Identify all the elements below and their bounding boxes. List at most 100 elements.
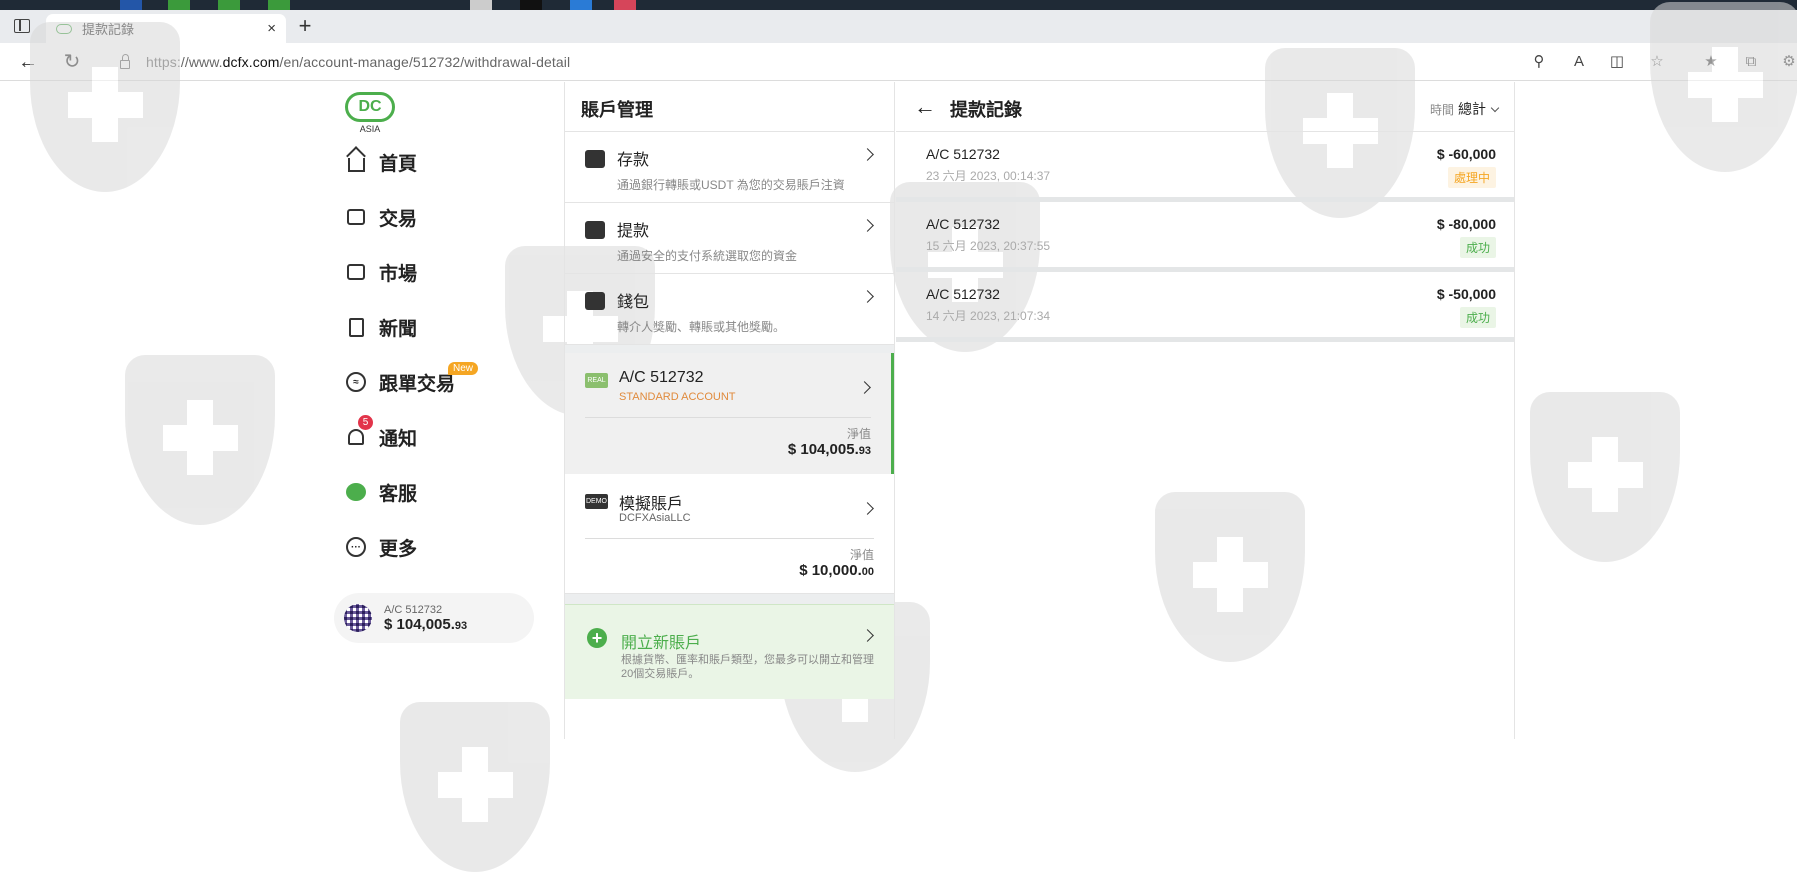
back-icon[interactable]: ← xyxy=(16,50,40,74)
nav-item-label: 市場 xyxy=(379,263,418,285)
lock-icon xyxy=(120,53,130,69)
new-tab-button[interactable]: + xyxy=(294,15,316,39)
demo-tag: DEMO xyxy=(585,494,608,509)
menu-title: 存款 xyxy=(617,152,650,169)
open-new-account-button[interactable]: + 開立新賬戶 根據貨幣、匯率和賬戶類型，您最多可以開立和管理20個交易賬戶。 xyxy=(565,604,894,699)
withdrawal-account: A/C 512732 xyxy=(926,216,1000,232)
wallet-icon xyxy=(585,292,605,310)
equity-value: $ 104,005.93 xyxy=(787,441,871,458)
section-gap xyxy=(565,594,894,604)
account-avatar xyxy=(344,604,372,632)
site-favicon-icon xyxy=(56,23,72,34)
wallet-menu-item[interactable]: 錢包 轉介人獎勵、轉賬或其他獎勵。 xyxy=(565,274,894,345)
copy-trade-icon: ≈ xyxy=(345,371,367,393)
read-aloud-icon[interactable]: A xyxy=(1570,53,1588,71)
taskbar-app-icon[interactable] xyxy=(614,0,636,10)
taskbar-app-icon[interactable] xyxy=(168,0,190,10)
nav-item-support[interactable]: 客服 xyxy=(345,477,417,507)
browser-tab[interactable]: 提款記錄 × xyxy=(46,14,286,43)
divider xyxy=(585,417,871,418)
tab-actions-icon[interactable] xyxy=(14,19,30,33)
nav-item-label: 交易 xyxy=(379,208,418,230)
real-account-card[interactable]: REAL A/C 512732 STANDARD ACCOUNT 淨值 $ 10… xyxy=(565,353,894,474)
divider xyxy=(585,538,874,539)
nav-item-notifications[interactable]: 通知 xyxy=(345,422,417,452)
open-account-title: 開立新賬戶 xyxy=(621,635,702,652)
withdraw-menu-item[interactable]: 提款 通過安全的支付系統選取您的資金 xyxy=(565,203,894,274)
nav-item-label: 更多 xyxy=(379,538,418,560)
taskbar-app-icon[interactable] xyxy=(470,0,492,10)
menu-subtitle: 轉介人獎勵、轉賬或其他獎勵。 xyxy=(617,320,786,334)
withdrawal-row[interactable]: A/C 512732 23 六月 2023, 00:14:37 $ -60,00… xyxy=(896,132,1514,202)
refresh-icon[interactable]: ↻ xyxy=(60,50,84,74)
nav-item-label: 通知 xyxy=(379,428,418,450)
equity-label: 淨值 xyxy=(846,427,871,441)
taskbar-app-icon[interactable] xyxy=(570,0,592,10)
extensions-icon[interactable]: ⚙ xyxy=(1780,53,1797,71)
status-badge: 成功 xyxy=(1459,307,1496,328)
panel-title: 賬戶管理 xyxy=(565,82,894,132)
deposit-icon xyxy=(585,150,605,168)
nav-item-more[interactable]: ··· 更多 xyxy=(345,532,417,562)
url-text: https://www.dcfx.com/en/account-manage/5… xyxy=(146,54,571,70)
withdrawal-records-panel: ← 提款記錄 時間 總計 A/C 512732 23 六月 2023, 00:14… xyxy=(896,82,1515,739)
open-account-description: 根據貨幣、匯率和賬戶類型，您最多可以開立和管理20個交易賬戶。 xyxy=(621,654,874,680)
menu-subtitle: 通過安全的支付系統選取您的資金 xyxy=(617,249,798,263)
withdrawal-time: 15 六月 2023, 20:37:55 xyxy=(926,239,1051,253)
nav-item-copy-trading[interactable]: ≈ 跟單交易 xyxy=(345,367,455,397)
tab-title: 提款記錄 xyxy=(82,22,135,37)
withdrawal-time: 14 六月 2023, 21:07:34 xyxy=(926,309,1051,323)
account-type: STANDARD ACCOUNT xyxy=(619,391,736,403)
menu-title: 提款 xyxy=(617,223,650,240)
more-icon: ··· xyxy=(345,536,367,558)
back-arrow-icon[interactable]: ← xyxy=(914,96,936,118)
split-screen-icon[interactable]: ◫ xyxy=(1608,53,1626,71)
taskbar-strip xyxy=(0,0,1797,10)
key-icon[interactable]: ⚲ xyxy=(1530,53,1548,71)
nav-item-market[interactable]: 市場 xyxy=(345,257,417,287)
home-icon xyxy=(345,151,367,173)
withdrawal-time: 23 六月 2023, 00:14:37 xyxy=(926,169,1051,183)
close-tab-icon[interactable]: × xyxy=(267,20,276,37)
withdraw-icon xyxy=(585,221,605,239)
nav-item-label: 客服 xyxy=(379,483,418,505)
withdrawal-account: A/C 512732 xyxy=(926,146,1000,162)
notification-count-badge: 5 xyxy=(358,415,373,430)
browser-toolbar: ← ↻ https://www.dcfx.com/en/account-mana… xyxy=(0,43,1797,81)
market-icon xyxy=(345,261,367,283)
equity-value: $ 10,000.00 xyxy=(799,562,874,579)
withdrawal-row[interactable]: A/C 512732 15 六月 2023, 20:37:55 $ -80,00… xyxy=(896,202,1514,272)
nav-item-news[interactable]: 新聞 xyxy=(345,312,417,342)
status-badge: 成功 xyxy=(1459,237,1496,258)
chevron-right-icon xyxy=(861,629,874,642)
account-title: A/C 512732 xyxy=(619,369,704,386)
chat-icon xyxy=(345,481,367,503)
trade-icon xyxy=(345,206,367,228)
demo-account-card[interactable]: DEMO 模擬賬戶 DCFXAsiaLLC 淨值 $ 10,000.00 xyxy=(565,474,894,594)
taskbar-app-icon[interactable] xyxy=(120,0,142,10)
panel-header: ← 提款記錄 時間 總計 xyxy=(896,82,1514,132)
nav-item-home[interactable]: 首頁 xyxy=(345,147,417,177)
deposit-menu-item[interactable]: 存款 通過銀行轉賬或USDT 為您的交易賬戶注資 xyxy=(565,132,894,203)
chevron-down-icon xyxy=(1490,103,1500,113)
withdrawal-account: A/C 512732 xyxy=(926,286,1000,302)
collections-icon[interactable]: ⧉ xyxy=(1742,53,1760,71)
time-filter-dropdown[interactable]: 時間 總計 xyxy=(1430,99,1500,119)
address-bar[interactable]: https://www.dcfx.com/en/account-manage/5… xyxy=(100,47,1530,77)
withdrawal-row[interactable]: A/C 512732 14 六月 2023, 21:07:34 $ -50,00… xyxy=(896,272,1514,342)
news-icon xyxy=(345,316,367,338)
taskbar-app-icon[interactable] xyxy=(520,0,542,10)
favorites-list-icon[interactable]: ★ xyxy=(1702,53,1720,71)
watermark-shield-icon xyxy=(125,355,275,525)
withdrawal-amount: $ -80,000 xyxy=(1436,216,1496,232)
dcfx-logo[interactable]: DC ASIA xyxy=(345,92,397,134)
taskbar-app-icon[interactable] xyxy=(218,0,240,10)
nav-item-trade[interactable]: 交易 xyxy=(345,202,417,232)
favorite-icon[interactable]: ☆ xyxy=(1648,53,1666,71)
account-switcher[interactable]: A/C 512732 $ 104,005.93 xyxy=(334,593,534,643)
browser-tab-bar: 提款記錄 × + xyxy=(0,10,1797,43)
logo-mark: DC xyxy=(345,92,395,122)
page-title: 提款記錄 xyxy=(950,100,1022,120)
real-tag: REAL xyxy=(585,373,608,388)
taskbar-app-icon[interactable] xyxy=(268,0,290,10)
